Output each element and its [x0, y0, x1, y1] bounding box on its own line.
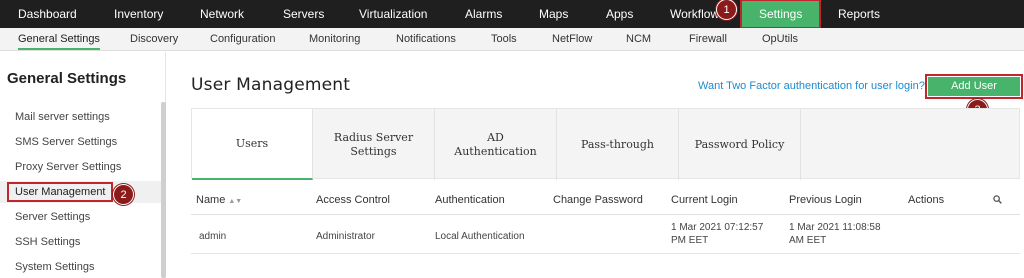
page-title: User Management — [191, 75, 351, 95]
sidebar-item-server-settings[interactable]: Server Settings — [0, 206, 162, 228]
sidebar-item-label: Server Settings — [15, 211, 91, 223]
nav-settings[interactable]: Settings — [739, 0, 822, 29]
tab-label: Pass-through — [580, 137, 655, 151]
search-icon[interactable] — [993, 195, 1002, 204]
subnav-ncm[interactable]: NCM — [626, 28, 651, 50]
tab-label: AD — [487, 130, 504, 144]
cell-access-control: Administrator — [316, 231, 375, 242]
cell-name: admin — [199, 231, 227, 242]
add-user-button[interactable]: Add User — [925, 74, 1023, 99]
sort-icon[interactable]: ▲▼ — [228, 198, 242, 205]
column-authentication[interactable]: Authentication — [435, 194, 505, 206]
nav-dashboard[interactable]: Dashboard — [18, 0, 77, 28]
column-access-control[interactable]: Access Control — [316, 194, 390, 206]
cell-current-login: 1 Mar 2021 07:12:57 PM EET — [671, 221, 763, 247]
column-label: Name — [196, 194, 226, 206]
cell-text: 1 Mar 2021 11:08:58 — [789, 222, 881, 233]
callout-badge-2: 2 — [113, 184, 134, 205]
callout-badge-1: 1 — [716, 0, 737, 20]
subnav-notifications[interactable]: Notifications — [396, 28, 456, 50]
sidebar-item-user-management[interactable]: User Management — [0, 181, 162, 203]
subnav-monitoring[interactable]: Monitoring — [309, 28, 360, 50]
sidebar-item-mail-server[interactable]: Mail server settings — [0, 106, 162, 128]
tab-pass-through[interactable]: Pass-through — [557, 109, 679, 180]
nav-workflow[interactable]: Workflow — [670, 0, 719, 28]
sidebar-item-ssh-settings[interactable]: SSH Settings — [0, 231, 162, 253]
sidebar-item-label: Proxy Server Settings — [15, 161, 122, 173]
sidebar-item-label: SMS Server Settings — [15, 136, 118, 148]
column-name[interactable]: Name ▲▼ — [196, 194, 242, 206]
tab-label: Settings — [350, 144, 397, 158]
column-current-login[interactable]: Current Login — [671, 194, 738, 206]
tab-users[interactable]: Users — [192, 109, 313, 180]
subnav-tools[interactable]: Tools — [491, 28, 517, 50]
column-actions: Actions — [908, 194, 945, 206]
subnav-configuration[interactable]: Configuration — [210, 28, 275, 50]
sidebar-item-sms-server[interactable]: SMS Server Settings — [0, 131, 162, 153]
sidebar: General Settings Mail server settings SM… — [0, 52, 166, 278]
tab-label: Password Policy — [694, 137, 785, 151]
sidebar-item-label: System Settings — [15, 261, 95, 273]
tab-password-policy[interactable]: Password Policy — [679, 109, 801, 180]
tab-label: Authentication — [454, 144, 537, 158]
sidebar-item-proxy-server[interactable]: Proxy Server Settings — [0, 156, 162, 178]
sidebar-item-label: Mail server settings — [15, 111, 110, 123]
nav-apps[interactable]: Apps — [606, 0, 633, 28]
cell-text: AM EET — [789, 235, 827, 246]
user-management-tabs: Users Radius Server Settings AD Authentica… — [191, 108, 1020, 180]
sidebar-title: General Settings — [7, 70, 127, 87]
subnav-firewall[interactable]: Firewall — [689, 28, 727, 50]
nav-reports[interactable]: Reports — [838, 0, 880, 28]
cell-previous-login: 1 Mar 2021 11:08:58 AM EET — [789, 221, 881, 247]
table-row[interactable]: admin Administrator Local Authentication… — [191, 216, 1020, 254]
nav-network[interactable]: Network — [200, 0, 244, 28]
two-factor-link[interactable]: Want Two Factor authentication for user … — [698, 80, 925, 92]
subnav-general-settings[interactable]: General Settings — [18, 28, 100, 50]
cell-authentication: Local Authentication — [435, 231, 525, 242]
sidebar-item-system-settings[interactable]: System Settings — [0, 256, 162, 278]
tab-radius-server-settings[interactable]: Radius Server Settings — [313, 109, 435, 180]
nav-inventory[interactable]: Inventory — [114, 0, 163, 28]
nav-servers[interactable]: Servers — [283, 0, 324, 28]
tab-label: Users — [235, 136, 269, 150]
sidebar-scrollbar[interactable] — [161, 102, 166, 278]
cell-text: 1 Mar 2021 07:12:57 — [671, 222, 764, 233]
subnav-discovery[interactable]: Discovery — [130, 28, 178, 50]
subnav-netflow[interactable]: NetFlow — [552, 28, 592, 50]
sub-nav: General Settings Discovery Configuration… — [0, 28, 1024, 51]
nav-virtualization[interactable]: Virtualization — [359, 0, 427, 28]
nav-alarms[interactable]: Alarms — [465, 0, 502, 28]
column-previous-login[interactable]: Previous Login — [789, 194, 862, 206]
tab-ad-authentication[interactable]: AD Authentication — [435, 109, 557, 180]
highlight-box — [7, 182, 113, 202]
subnav-oputils[interactable]: OpUtils — [762, 28, 798, 50]
sidebar-item-label: SSH Settings — [15, 236, 81, 248]
tab-label: Radius Server — [333, 130, 414, 144]
column-change-password[interactable]: Change Password — [553, 194, 643, 206]
users-table-header: Name ▲▼ Access Control Authentication Cha… — [191, 190, 1020, 215]
cell-text: PM EET — [671, 235, 709, 246]
nav-maps[interactable]: Maps — [539, 0, 568, 28]
top-nav: Dashboard Inventory Network Servers Virt… — [0, 0, 1024, 29]
